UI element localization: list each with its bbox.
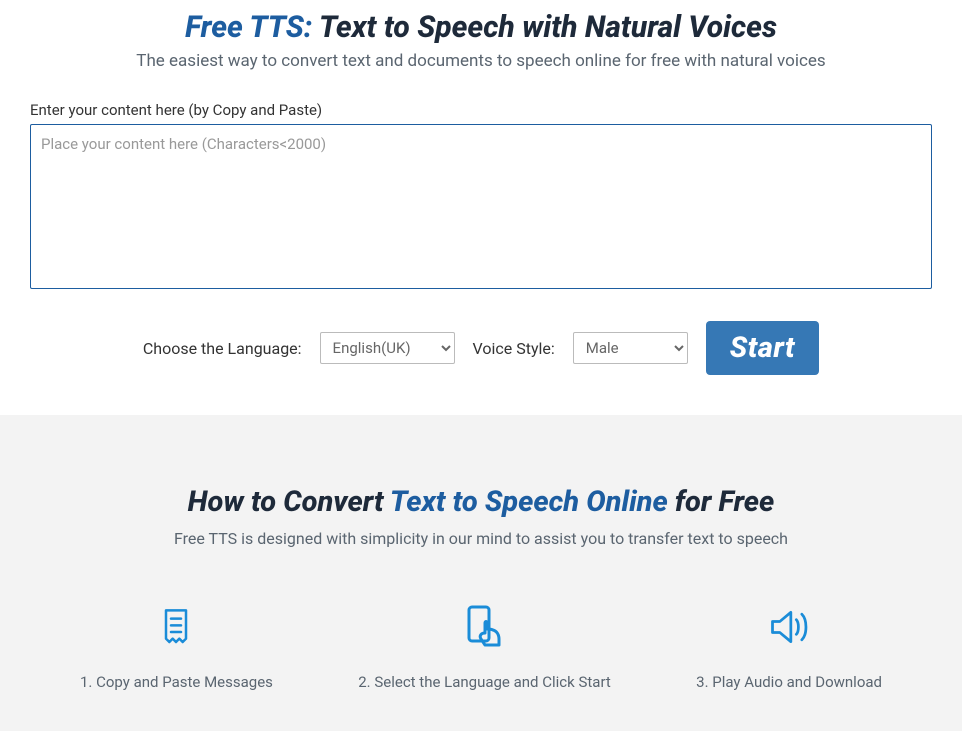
- steps-row: 1. Copy and Paste Messages 2. Select the…: [30, 603, 932, 691]
- step-label: 2. Select the Language and Click Start: [358, 673, 611, 691]
- title-accent: Free TTS:: [185, 10, 319, 45]
- howto-title: How to Convert Text to Speech Online for…: [30, 485, 932, 519]
- language-label: Choose the Language:: [143, 339, 302, 358]
- textarea-label: Enter your content here (by Copy and Pas…: [30, 101, 932, 119]
- page-title: Free TTS: Text to Speech with Natural Vo…: [30, 10, 932, 45]
- title-main: Text to Speech with Natural Voices: [319, 10, 777, 45]
- controls-row: Choose the Language: English(UK) Voice S…: [30, 321, 932, 375]
- howto-title-before: How to Convert: [188, 485, 390, 519]
- page-subtitle: The easiest way to convert text and docu…: [30, 51, 932, 71]
- step-item: 2. Select the Language and Click Start: [358, 603, 611, 691]
- voice-style-select[interactable]: Male: [573, 332, 688, 364]
- voice-style-label: Voice Style:: [473, 339, 555, 358]
- language-select[interactable]: English(UK): [320, 332, 455, 364]
- content-textarea[interactable]: [30, 124, 932, 289]
- howto-subtitle: Free TTS is designed with simplicity in …: [30, 529, 932, 548]
- document-icon: [152, 603, 200, 651]
- speaker-icon: [765, 603, 813, 651]
- step-label: 1. Copy and Paste Messages: [80, 673, 273, 691]
- howto-title-accent: Text to Speech Online: [390, 485, 668, 519]
- start-button[interactable]: Start: [706, 321, 819, 375]
- step-label: 3. Play Audio and Download: [696, 673, 882, 691]
- step-item: 3. Play Audio and Download: [696, 603, 882, 691]
- howto-title-after: for Free: [668, 485, 775, 519]
- tap-phone-icon: [461, 603, 509, 651]
- step-item: 1. Copy and Paste Messages: [80, 603, 273, 691]
